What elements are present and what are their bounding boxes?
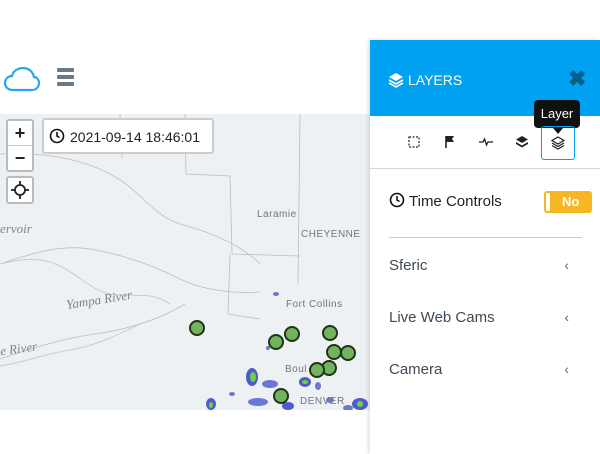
stacked-layers-icon[interactable] [506,126,538,158]
hamburger-icon[interactable] [57,68,74,86]
pulse-icon[interactable] [470,126,502,158]
map-marker[interactable] [189,320,205,336]
map-label-boulder: Boul [285,364,308,375]
layer-item-live-web-cams[interactable]: Live Web Cams ‹ [389,306,579,330]
select-box-icon[interactable] [398,126,430,158]
zoom-out-button[interactable]: − [8,146,32,170]
chevron-left-icon: ‹ [564,361,569,377]
map-marker[interactable] [340,345,356,361]
map-marker[interactable] [322,325,338,341]
top-bar [0,40,370,114]
layers-icon [388,73,404,88]
chevron-left-icon: ‹ [564,309,569,325]
zoom-control: + − [6,119,34,172]
layer-item-label: Camera [389,361,443,378]
map-label-fort-collins: Fort Collins [286,299,343,310]
time-controls-row: Time Controls No [389,190,595,216]
toggle-state-text: No [562,194,580,209]
locate-button[interactable] [6,176,34,204]
layers-title-text: LAYERS [408,72,463,88]
timestamp-box: 2021-09-14 18:46:01 [42,118,214,154]
toolbar-divider [370,168,600,169]
layer-item-label: Sferic [389,257,428,274]
timestamp-text: 2021-09-14 18:46:01 [70,129,200,145]
flag-icon[interactable] [434,126,466,158]
map-marker[interactable] [284,326,300,342]
layer-item-label: Live Web Cams [389,309,495,326]
zoom-in-button[interactable]: + [8,121,32,146]
chevron-left-icon: ‹ [564,257,569,273]
map-marker[interactable] [273,388,289,404]
map-marker[interactable] [268,334,284,350]
map-label-reservoir: ervoir [0,221,32,236]
map-label-denver: DENVER [300,396,345,407]
layer-item-sferic[interactable]: Sferic ‹ [389,254,579,278]
layer-toolbar [370,124,600,164]
map-label-laramie: Laramie [257,209,297,220]
close-icon[interactable]: ✖ [568,66,586,92]
time-controls-toggle[interactable]: No [544,191,592,213]
toggle-knob [546,193,550,211]
clock-icon [49,128,65,144]
section-divider [389,237,582,238]
layers-outline-icon[interactable] [541,126,575,160]
layer-item-camera[interactable]: Camera ‹ [389,358,579,382]
time-controls-label: Time Controls [409,193,502,210]
cloud-icon[interactable] [3,66,41,93]
clock-icon [389,192,405,208]
crosshair-icon [11,181,29,199]
layers-title: LAYERS [388,72,462,88]
map-marker[interactable] [309,362,325,378]
map-label-cheyenne: CHEYENNE [301,229,361,240]
